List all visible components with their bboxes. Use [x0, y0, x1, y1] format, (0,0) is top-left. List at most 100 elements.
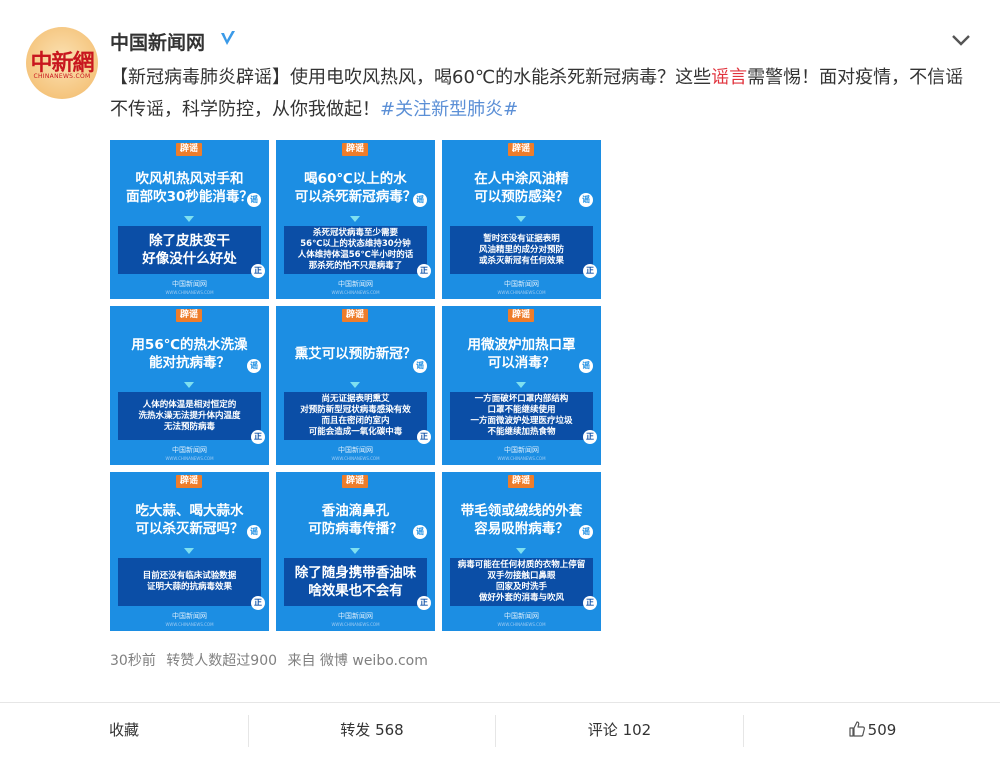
tile-footer-logo: 中国新闻网 [504, 280, 539, 288]
tile-footer-logo: 中国新闻网 [172, 446, 207, 454]
tile-footer-url: WWW.CHINANEWS.COM [497, 290, 546, 295]
rumor-mark: 谣 [413, 359, 427, 373]
tile-answer: 暂时还没有证据表明 风油精里的成分对预防 或杀灭新冠有任何效果 [450, 226, 593, 274]
verified-icon [221, 31, 235, 45]
like-button[interactable]: 509 [744, 703, 1000, 759]
rumor-mark: 谣 [247, 359, 261, 373]
tile-question: 吃大蒜、喝大蒜水 可以杀灭新冠吗？ [135, 503, 244, 537]
rumor-badge: 辟谣 [508, 143, 534, 156]
hashtag-link[interactable]: #关注新型肺炎# [380, 99, 518, 120]
rumor-mark: 谣 [579, 193, 593, 207]
tile-footer-url: WWW.CHINANEWS.COM [165, 290, 214, 295]
truth-mark: 正 [583, 430, 597, 444]
rumor-mark: 谣 [247, 193, 261, 207]
arrow-down-icon [516, 548, 526, 554]
arrow-down-icon [350, 216, 360, 222]
truth-mark: 正 [417, 264, 431, 278]
tile-footer-url: WWW.CHINANEWS.COM [165, 456, 214, 461]
thumbs-up-icon [849, 721, 865, 737]
tile-question: 带毛领或绒线的外套 容易吸附病毒？ [460, 503, 583, 537]
image-tile[interactable]: 辟谣 吹风机热风对手和 面部吹30秒能消毒？谣除了皮肤变干 好像没什么好处正中国新… [110, 140, 269, 299]
image-tile[interactable]: 辟谣用56℃的热水洗澡 能对抗病毒？谣人体的体温是相对恒定的 洗热水澡无法提升体… [110, 306, 269, 465]
reposts-note: 转赞人数超过900 [166, 653, 278, 669]
arrow-down-icon [184, 548, 194, 554]
image-grid: 辟谣 吹风机热风对手和 面部吹30秒能消毒？谣除了皮肤变干 好像没什么好处正中国新… [110, 140, 601, 631]
favorite-label: 收藏 [108, 721, 139, 739]
image-tile[interactable]: 辟谣 香油滴鼻孔 可防病毒传播？ 谣除了随身携带香油味 啥效果也不会有正中国新闻网 W… [276, 472, 435, 631]
rumor-badge: 辟谣 [342, 143, 368, 156]
truth-mark: 正 [251, 264, 265, 278]
tile-question: 喝60℃以上的水 可以杀死新冠病毒？ [294, 171, 417, 205]
truth-mark: 正 [251, 430, 265, 444]
comment-label: 评论 102 [587, 721, 652, 739]
tile-question: 香油滴鼻孔 可防病毒传播？ [308, 503, 403, 537]
image-tile[interactable]: 辟谣 吃大蒜、喝大蒜水 可以杀灭新冠吗？谣目前还没有临床试验数据 证明大蒜的抗病毒… [110, 472, 269, 631]
post-text-part1: 【新冠病毒肺炎辟谣】使用电吹风热风，喝60℃的水能杀死新冠病毒？这些 [110, 67, 712, 88]
avatar[interactable]: 中新網 CHINANEWS.COM [26, 27, 98, 99]
tile-footer-url: WWW.CHINANEWS.COM [497, 622, 546, 627]
like-count: 509 [867, 721, 897, 739]
tile-answer: 人体的体温是相对恒定的 洗热水澡无法提升体内温度 无法预防病毒 [118, 392, 261, 440]
rumor-badge: 辟谣 [508, 475, 534, 488]
arrow-down-icon [350, 382, 360, 388]
image-tile[interactable]: 辟谣 用微波炉加热口罩 可以消毒？谣一方面破坏口罩内部结构 口罩不能继续使用 一方… [442, 306, 601, 465]
post-text-highlight: 谣言 [711, 67, 748, 88]
image-tile[interactable]: 辟谣喝60℃以上的水 可以杀死新冠病毒？谣杀死冠状病毒至少需要 56℃以上的状态… [276, 140, 435, 299]
arrow-down-icon [184, 382, 194, 388]
image-tile[interactable]: 辟谣熏艾可以预防新冠？谣尚无证据表明熏艾 对预防新型冠状病毒感染有效 而且在密闭… [276, 306, 435, 465]
truth-mark: 正 [583, 264, 597, 278]
post-source[interactable]: 来自 微博 weibo.com [287, 653, 427, 669]
rumor-mark: 谣 [413, 193, 427, 207]
post-meta: 30秒前 转赞人数超过900 来自 微博 weibo.com [110, 650, 434, 670]
truth-mark: 正 [251, 596, 265, 610]
arrow-down-icon [516, 382, 526, 388]
rumor-badge: 辟谣 [176, 309, 202, 322]
image-tile[interactable]: 辟谣带毛领或绒线的外套 容易吸附病毒？谣病毒可能在任何材质的衣物上停留 双手勿接… [442, 472, 601, 631]
tile-footer-url: WWW.CHINANEWS.COM [165, 622, 214, 627]
chevron-down-icon[interactable] [950, 32, 972, 48]
weibo-post-card: 中新網 CHINANEWS.COM 中国新闻网 【新冠病毒肺炎辟谣】使用电吹风热… [0, 0, 1000, 758]
tile-question: 用56℃的热水洗澡 能对抗病毒？ [131, 337, 248, 371]
image-tile[interactable]: 辟谣在人中涂风油精 可以预防感染？ 谣暂时还没有证据表明 风油精里的成分对预防 或… [442, 140, 601, 299]
tile-footer-url: WWW.CHINANEWS.COM [497, 456, 546, 461]
tile-footer-logo: 中国新闻网 [338, 280, 373, 288]
tile-answer: 一方面破坏口罩内部结构 口罩不能继续使用 一方面微波炉处理医疗垃圾 不能继续加热… [450, 392, 593, 440]
avatar-logo-subtext: CHINANEWS.COM [33, 73, 91, 80]
tile-footer-logo: 中国新闻网 [172, 612, 207, 620]
tile-footer-logo: 中国新闻网 [504, 446, 539, 454]
tile-footer-logo: 中国新闻网 [338, 446, 373, 454]
tile-footer-logo: 中国新闻网 [172, 280, 207, 288]
tile-answer: 杀死冠状病毒至少需要 56℃以上的状态维持30分钟 人体维持体温56℃半小时的话… [284, 226, 427, 274]
rumor-mark: 谣 [413, 525, 427, 539]
rumor-mark: 谣 [247, 525, 261, 539]
tile-answer: 病毒可能在任何材质的衣物上停留 双手勿接触口鼻眼 回家及时洗手 做好外套的消毒与… [450, 558, 593, 606]
rumor-badge: 辟谣 [176, 143, 202, 156]
tile-footer-url: WWW.CHINANEWS.COM [331, 290, 380, 295]
tile-question: 吹风机热风对手和 面部吹30秒能消毒？ [126, 171, 253, 205]
truth-mark: 正 [417, 596, 431, 610]
tile-question: 在人中涂风油精 可以预防感染？ [474, 171, 569, 205]
truth-mark: 正 [583, 596, 597, 610]
post-text: 【新冠病毒肺炎辟谣】使用电吹风热风，喝60℃的水能杀死新冠病毒？这些谣言需警惕！… [110, 62, 970, 126]
rumor-badge: 辟谣 [342, 309, 368, 322]
repost-button[interactable]: 转发 568 [249, 703, 495, 759]
tile-footer-url: WWW.CHINANEWS.COM [331, 456, 380, 461]
tile-answer: 尚无证据表明熏艾 对预防新型冠状病毒感染有效 而且在密闭的室内 可能会造成一氧化… [284, 392, 427, 440]
truth-mark: 正 [417, 430, 431, 444]
tile-answer: 除了随身携带香油味 啥效果也不会有 [284, 558, 427, 606]
post-time[interactable]: 30秒前 [110, 653, 156, 669]
comment-button[interactable]: 评论 102 [496, 703, 743, 759]
tile-footer-logo: 中国新闻网 [338, 612, 373, 620]
tile-question: 熏艾可以预防新冠？ [294, 346, 417, 362]
arrow-down-icon [184, 216, 194, 222]
username[interactable]: 中国新闻网 [110, 28, 205, 55]
arrow-down-icon [350, 548, 360, 554]
rumor-mark: 谣 [579, 525, 593, 539]
rumor-badge: 辟谣 [342, 475, 368, 488]
action-bar: 收藏 转发 568 评论 102 509 [0, 702, 1000, 759]
tile-question: 用微波炉加热口罩 可以消毒？ [467, 337, 576, 371]
repost-label: 转发 568 [340, 721, 404, 739]
tile-answer: 目前还没有临床试验数据 证明大蒜的抗病毒效果 [118, 558, 261, 606]
tile-footer-logo: 中国新闻网 [504, 612, 539, 620]
favorite-button[interactable]: 收藏 [0, 703, 248, 759]
